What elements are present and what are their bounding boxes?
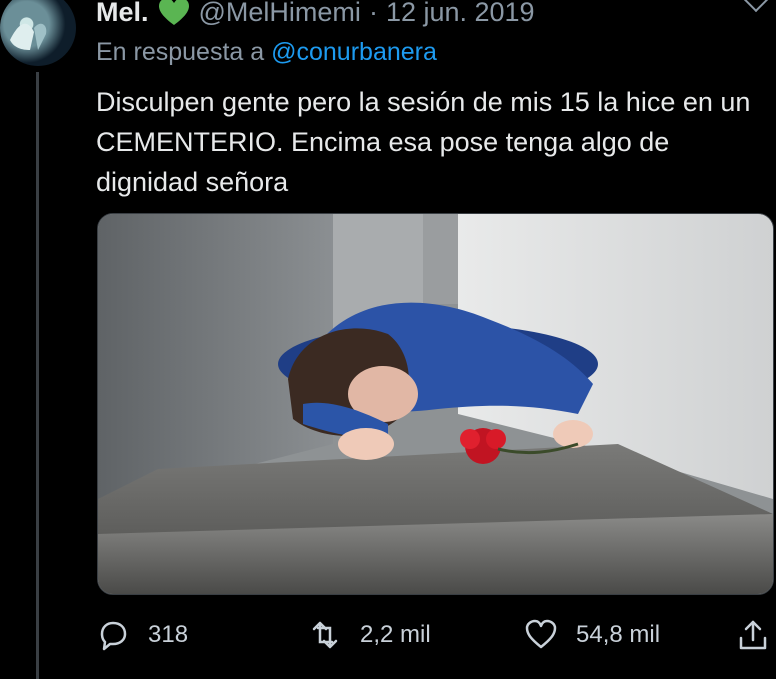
like-count: 54,8 mil	[576, 621, 661, 648]
reply-context: En respuesta a @conurbanera	[96, 38, 437, 67]
thread-line	[36, 72, 39, 679]
reply-count: 318	[148, 621, 189, 648]
more-options-chevron-icon[interactable]	[741, 0, 771, 13]
tweet-media-photo[interactable]	[97, 213, 774, 595]
photo-grave-cemetery	[98, 214, 773, 594]
retweet-count: 2,2 mil	[360, 621, 431, 648]
share-action[interactable]	[736, 618, 770, 652]
avatar-image	[10, 23, 47, 50]
reply-mention-link[interactable]: @conurbanera	[271, 38, 437, 66]
retweet-action[interactable]: 2,2 mil	[308, 618, 431, 652]
tweet-header: Mel. @MelHimemi · 12 jun. 2019	[96, 0, 535, 30]
like-heart-icon	[525, 619, 557, 649]
display-name[interactable]: Mel.	[96, 0, 149, 28]
separator-dot: ·	[368, 0, 378, 27]
user-handle[interactable]: @MelHimemi	[199, 0, 361, 28]
reply-prefix: En respuesta a	[96, 38, 265, 66]
reply-action[interactable]: 318	[96, 618, 188, 652]
share-icon	[739, 620, 767, 650]
like-action[interactable]: 54,8 mil	[524, 618, 660, 652]
avatar[interactable]	[0, 0, 76, 66]
retweet-icon	[312, 621, 338, 649]
tweet-text: Disculpen gente pero la sesión de mis 15…	[96, 87, 751, 197]
reply-icon	[100, 621, 127, 651]
green-heart-icon	[158, 0, 189, 25]
tweet-date[interactable]: 12 jun. 2019	[386, 0, 535, 28]
tweet-actions: 318 2,2 mil 54,8 mil	[96, 618, 776, 654]
